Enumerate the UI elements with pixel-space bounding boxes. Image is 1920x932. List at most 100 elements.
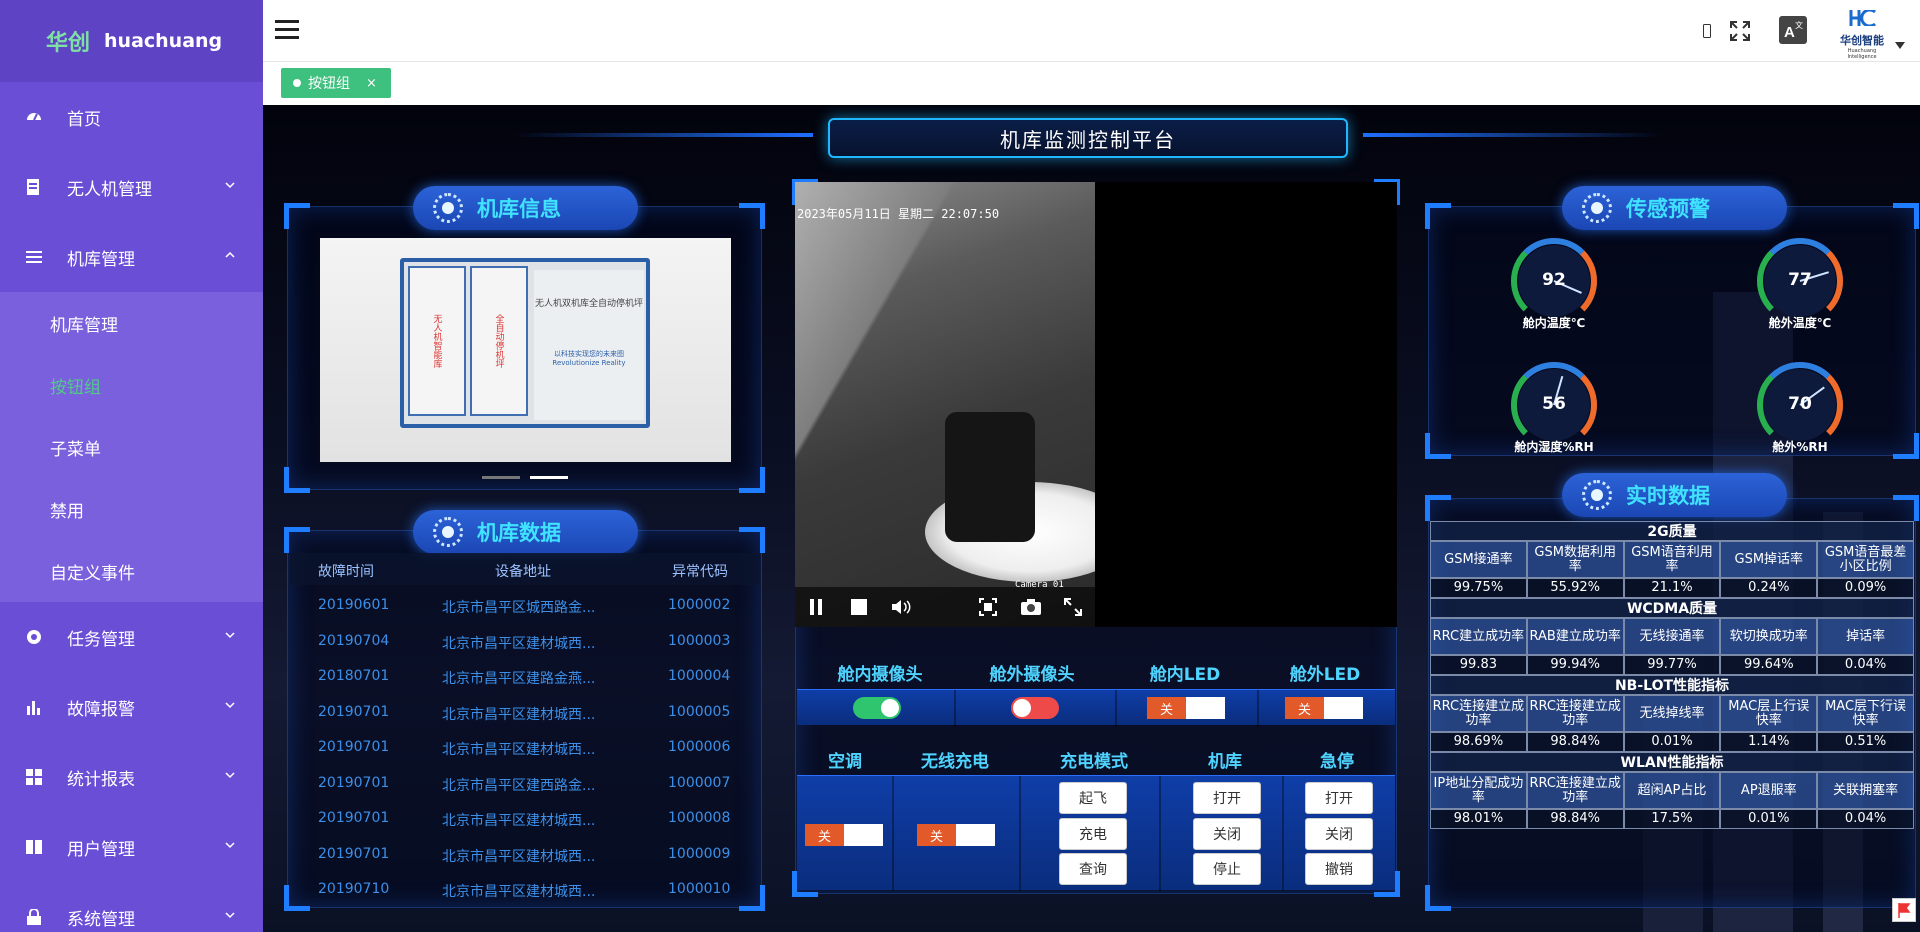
dashboard-title: 机库监测控制平台 xyxy=(828,118,1348,158)
expand-icon[interactable] xyxy=(1063,597,1083,617)
brand-logo: 华创智能 Huachuang Intelligence xyxy=(1833,8,1891,60)
hangar-side: 无人机双机库全自动停机坪 以科技实现您的未来图 Revolutionize Re… xyxy=(534,270,644,420)
tab-active-dot xyxy=(293,79,301,87)
table-row[interactable]: 20190701 北京市昌平区建西路金... 1000007 xyxy=(290,767,760,802)
sidebar-item-fault[interactable]: 故障报警 xyxy=(0,672,263,742)
table-row[interactable]: 20190704 北京市昌平区建材城西... 1000003 xyxy=(290,625,760,660)
estop-cancel-button[interactable]: 撤销 xyxy=(1305,853,1373,885)
table-row[interactable]: 20180701 北京市昌平区建路金燕... 1000004 xyxy=(290,660,760,695)
menu-toggle-icon[interactable] xyxy=(275,20,299,40)
chevron-down-icon xyxy=(225,702,235,709)
aircon-toggle[interactable]: 关 xyxy=(805,824,883,846)
table-header-code: 异常代码 xyxy=(672,564,728,580)
submenu-item-button-group[interactable]: 按钮组 xyxy=(0,354,263,416)
realtime-value-cell: 0.01% xyxy=(1623,732,1721,752)
chevron-up-icon xyxy=(225,251,235,258)
estop-close-button[interactable]: 关闭 xyxy=(1305,818,1373,850)
sidebar-item-drone[interactable]: 无人机管理 xyxy=(0,152,263,222)
realtime-value-cell: 0.01% xyxy=(1720,809,1818,829)
screenshot-frame-icon[interactable] xyxy=(978,597,998,617)
video-scene xyxy=(945,412,1035,542)
gauge-label: 舱内湿度%RH xyxy=(1514,440,1594,454)
tab-button-group[interactable]: 按钮组 × xyxy=(281,68,391,98)
cell-address: 北京市昌平区城西路金... xyxy=(442,600,596,616)
gauge-label: 舱内温度℃ xyxy=(1522,316,1586,330)
cell-code: 1000008 xyxy=(668,810,731,826)
chevron-down-icon xyxy=(225,842,235,849)
realtime-value-cell: 0.04% xyxy=(1817,809,1914,829)
submenu-item-custom-event[interactable]: 自定义事件 xyxy=(0,540,263,602)
sidebar-item-label: 任务管理 xyxy=(67,629,135,650)
realtime-header-cell: 掉话率 xyxy=(1817,618,1914,655)
camera-video[interactable]: 2023年05月11日 星期二 22:07:50 Camera 01 xyxy=(795,182,1095,627)
sidebar-item-system[interactable]: 系统管理 xyxy=(0,882,263,932)
fullscreen-icon[interactable] xyxy=(1729,20,1751,42)
gauge-value: 92 xyxy=(1542,270,1566,290)
inner-camera-switch[interactable] xyxy=(853,697,901,719)
svg-text:A: A xyxy=(1784,24,1795,41)
estop-open-button[interactable]: 打开 xyxy=(1305,782,1373,814)
table-row[interactable]: 20190601 北京市昌平区城西路金... 1000002 xyxy=(290,589,760,624)
caret-down-icon[interactable] xyxy=(1895,42,1905,50)
submenu-item-submenu[interactable]: 子菜单 xyxy=(0,416,263,478)
sidebar-item-user[interactable]: 用户管理 xyxy=(0,812,263,882)
inner-led-toggle[interactable]: 关 xyxy=(1147,697,1225,719)
gauge-value: 70 xyxy=(1788,394,1812,414)
gear-icon xyxy=(433,193,463,223)
translate-icon[interactable]: A文 xyxy=(1779,16,1807,44)
submenu-item-disabled[interactable]: 禁用 xyxy=(0,478,263,540)
toggle-off-label: 关 xyxy=(1147,697,1186,719)
camera-icon[interactable] xyxy=(1020,597,1041,617)
video-controls xyxy=(795,587,1095,627)
table-row[interactable]: 20190701 北京市昌平区建材城西... 1000006 xyxy=(290,731,760,766)
table-row[interactable]: 20190710 北京市昌平区建材城西... 1000010 xyxy=(290,873,760,908)
realtime-value-cell: 98.84% xyxy=(1526,809,1624,829)
carousel-dot-active[interactable] xyxy=(530,476,568,479)
realtime-header-cell: MAC层上行误快率 xyxy=(1720,695,1818,732)
sidebar-item-task[interactable]: 任务管理 xyxy=(0,602,263,672)
chevron-down-icon xyxy=(225,182,235,189)
takeoff-button[interactable]: 起飞 xyxy=(1059,782,1127,814)
hangar-submenu: 机库管理 按钮组 子菜单 禁用 自定义事件 xyxy=(0,292,263,602)
realtime-value-cell: 17.5% xyxy=(1623,809,1721,829)
sidebar-item-home[interactable]: 首页 xyxy=(0,82,263,152)
book-icon xyxy=(25,838,43,856)
realtime-header-cell: GSM语音利用率 xyxy=(1623,541,1721,578)
control-row-1: 关 关 xyxy=(797,689,1395,726)
charge-button[interactable]: 充电 xyxy=(1059,818,1127,850)
label-outer-camera: 舱外摄像头 xyxy=(989,665,1075,685)
submenu-item-hangar[interactable]: 机库管理 xyxy=(0,292,263,354)
query-button[interactable]: 查询 xyxy=(1059,853,1127,885)
chevron-down-icon xyxy=(225,912,235,919)
sidebar-item-hangar[interactable]: 机库管理 xyxy=(0,222,263,292)
hangar-stop-button[interactable]: 停止 xyxy=(1193,853,1261,885)
label-charge-mode: 充电模式 xyxy=(1060,752,1128,772)
table-row[interactable]: 20190701 北京市昌平区建材城西... 1000005 xyxy=(290,696,760,731)
gauge: 56 舱内湿度%RH xyxy=(1509,360,1599,454)
hangar-close-button[interactable]: 关闭 xyxy=(1193,818,1261,850)
volume-icon[interactable] xyxy=(892,597,912,617)
realtime-header-cell: GSM掉话率 xyxy=(1720,541,1818,578)
flag-icon[interactable] xyxy=(1892,898,1916,922)
mobile-icon[interactable] xyxy=(1703,24,1711,38)
wireless-charge-toggle[interactable]: 关 xyxy=(917,824,995,846)
table-row[interactable]: 20190701 北京市昌平区建材城西... 1000008 xyxy=(290,802,760,837)
realtime-value-cell: 55.92% xyxy=(1526,578,1624,598)
tab-close-icon[interactable]: × xyxy=(366,76,377,91)
hangar-open-button[interactable]: 打开 xyxy=(1193,782,1261,814)
table-row[interactable]: 20190701 北京市昌平区建材城西... 1000009 xyxy=(290,838,760,873)
gear-icon xyxy=(433,517,463,547)
carousel-dot[interactable] xyxy=(482,476,520,479)
cell-address: 北京市昌平区建材城西... xyxy=(442,848,596,865)
settings-icon xyxy=(25,628,43,646)
cell-code: 1000005 xyxy=(668,703,731,720)
stop-icon[interactable] xyxy=(849,597,869,617)
outer-camera-switch[interactable] xyxy=(1011,697,1059,719)
cell-address: 北京市昌平区建路金燕... xyxy=(442,671,596,687)
lock-icon xyxy=(25,908,43,926)
sidebar-item-report[interactable]: 统计报表 xyxy=(0,742,263,812)
toggle-off-label: 关 xyxy=(917,824,956,846)
pause-icon[interactable] xyxy=(806,597,826,617)
realtime-header-cell: 超闲AP占比 xyxy=(1623,772,1721,809)
outer-led-toggle[interactable]: 关 xyxy=(1285,697,1363,719)
